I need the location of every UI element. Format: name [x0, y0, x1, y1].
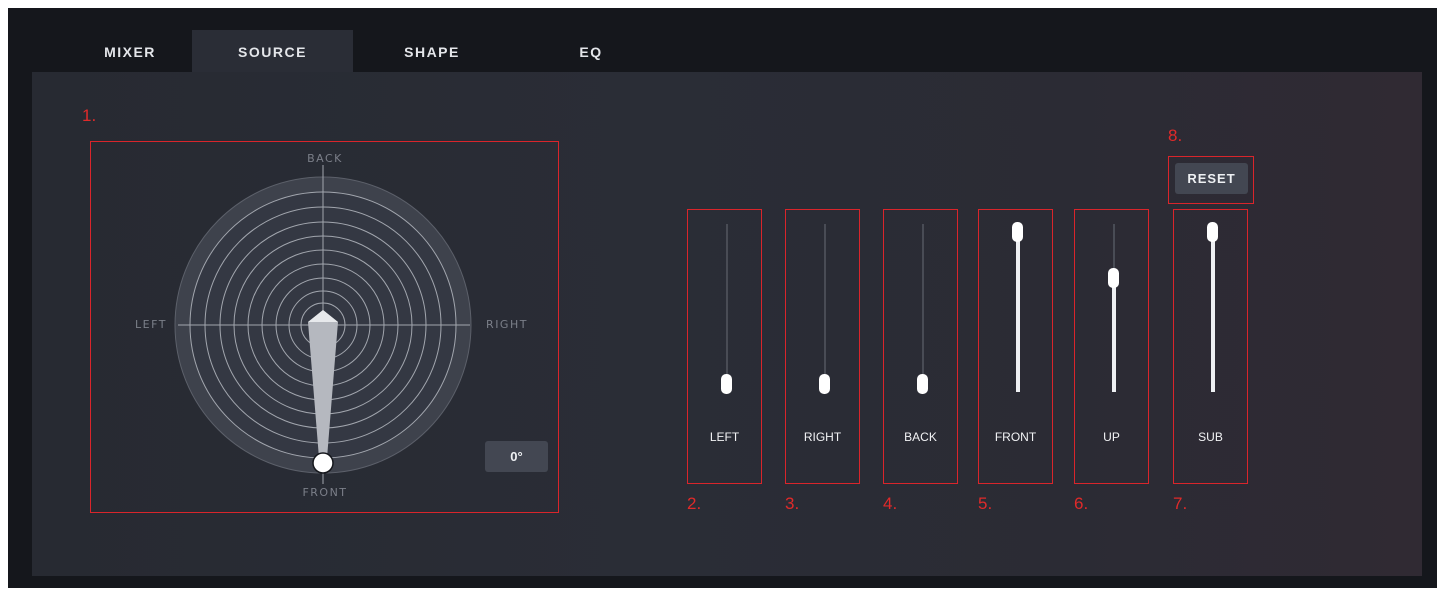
callout-2: 2. — [687, 494, 702, 513]
slider-label: RIGHT — [803, 430, 842, 444]
reset-button[interactable]: RESET — [1175, 163, 1248, 194]
slider-label: SUB — [1198, 430, 1223, 444]
slider-fill — [1016, 232, 1020, 392]
slider-front: FRONT — [978, 209, 1053, 484]
slider-fill — [1211, 232, 1215, 392]
slider-thumb[interactable] — [1012, 222, 1023, 242]
slider-track[interactable] — [922, 224, 924, 392]
slider-thumb[interactable] — [819, 374, 830, 394]
slider-label: LEFT — [709, 430, 740, 444]
panner-handle[interactable] — [312, 452, 334, 474]
reset-highlight: RESET — [1168, 156, 1254, 204]
slider-left: LEFT — [687, 209, 762, 484]
slider-label: FRONT — [994, 430, 1037, 444]
callout-4: 4. — [883, 494, 898, 513]
callout-8: 8. — [1168, 126, 1183, 145]
direction-label-back: BACK — [307, 152, 343, 165]
slider-back: BACK — [883, 209, 958, 484]
surround-panner[interactable]: BACK FRONT LEFT RIGHT — [0, 0, 560, 520]
direction-label-front: FRONT — [302, 486, 347, 499]
callout-6: 6. — [1074, 494, 1089, 513]
slider-thumb[interactable] — [1207, 222, 1218, 242]
slider-thumb[interactable] — [1108, 267, 1119, 288]
callout-7: 7. — [1173, 494, 1188, 513]
slider-thumb[interactable] — [917, 374, 928, 394]
callout-3: 3. — [785, 494, 800, 513]
slider-sub: SUB — [1173, 209, 1248, 484]
slider-label: UP — [1103, 430, 1120, 444]
direction-label-right: RIGHT — [486, 318, 528, 331]
direction-label-left: LEFT — [135, 318, 167, 331]
slider-thumb[interactable] — [721, 374, 732, 394]
slider-fill — [1112, 277, 1116, 392]
angle-readout[interactable]: 0° — [485, 441, 548, 472]
callout-5: 5. — [978, 494, 993, 513]
slider-label: BACK — [904, 430, 937, 444]
slider-right: RIGHT — [785, 209, 860, 484]
slider-track[interactable] — [824, 224, 826, 392]
slider-track[interactable] — [726, 224, 728, 392]
slider-up: UP — [1074, 209, 1149, 484]
